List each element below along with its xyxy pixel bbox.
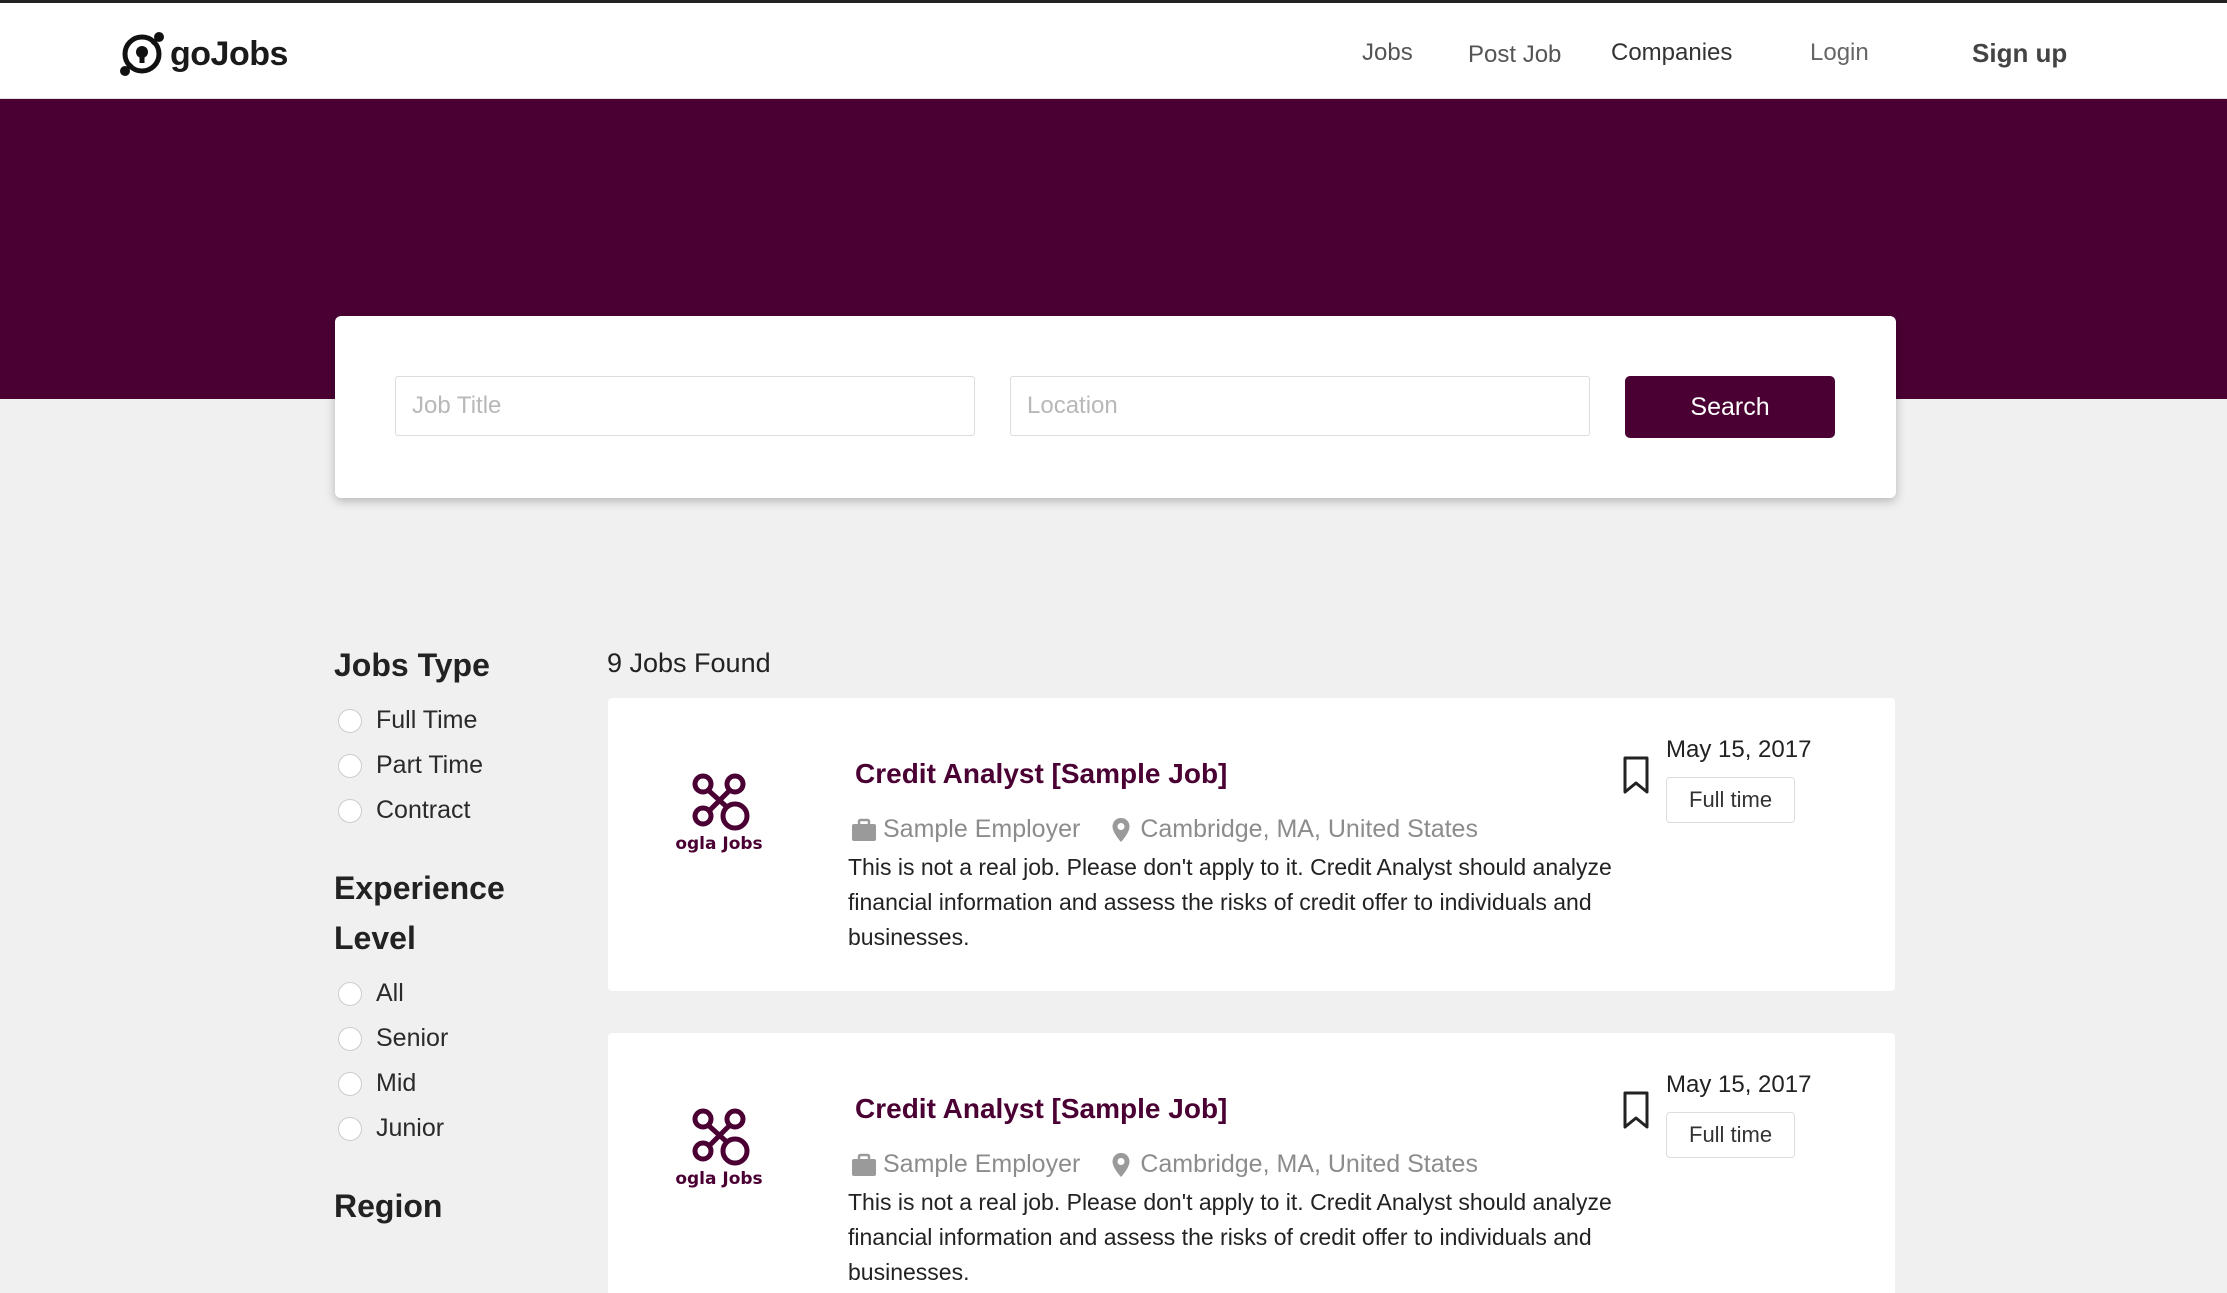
- brand-logo[interactable]: goJobs: [116, 29, 288, 79]
- filter-option-part-time[interactable]: Part Time: [338, 743, 554, 788]
- map-pin-icon: [1112, 817, 1130, 842]
- job-card[interactable]: ogla Jobs Credit Analyst [Sample Job] Sa…: [608, 698, 1895, 991]
- bookmark-icon[interactable]: [1621, 1091, 1651, 1129]
- region-heading: Region: [334, 1188, 443, 1224]
- job-meta: Sample Employer Cambridge, MA, United St…: [851, 1150, 1478, 1179]
- jobs-type-filter-list: Full Time Part Time Contract: [338, 698, 554, 833]
- search-panel: Search: [335, 316, 1896, 498]
- job-title-link[interactable]: Credit Analyst [Sample Job]: [855, 1093, 1227, 1125]
- filter-option-label: Contract: [376, 796, 471, 824]
- jobs-type-heading: Jobs Type: [334, 647, 490, 683]
- filters-sidebar: Jobs Type Full Time Part Time Contract E…: [334, 640, 554, 1231]
- employer-name: Sample Employer: [883, 1150, 1081, 1178]
- filter-option-label: Senior: [376, 1024, 449, 1052]
- job-description: This is not a real job. Please don't app…: [848, 1189, 1612, 1285]
- filter-option-mid[interactable]: Mid: [338, 1061, 554, 1106]
- top-navbar: goJobs Jobs Post Job Companies Login Sig…: [0, 0, 2227, 99]
- filter-option-junior[interactable]: Junior: [338, 1106, 554, 1151]
- search-button[interactable]: Search: [1625, 376, 1835, 438]
- job-type-badge: Full time: [1666, 1112, 1796, 1158]
- experience-filter-list: All Senior Mid Junior: [338, 971, 554, 1151]
- job-description: This is not a real job. Please don't app…: [848, 854, 1612, 950]
- posted-date: May 15, 2017: [1666, 1071, 1812, 1098]
- junior-checkbox[interactable]: [338, 1116, 362, 1141]
- job-location: Cambridge, MA, United States: [1108, 815, 1478, 844]
- nav-jobs-link[interactable]: Jobs: [1362, 35, 1413, 71]
- filter-option-label: All: [376, 979, 404, 1007]
- contract-checkbox[interactable]: [338, 798, 362, 823]
- filter-option-label: Full Time: [376, 706, 478, 734]
- all-checkbox[interactable]: [338, 981, 362, 1006]
- brand-name: goJobs: [170, 34, 288, 73]
- job-location: Cambridge, MA, United States: [1108, 1150, 1478, 1179]
- location-text: Cambridge, MA, United States: [1140, 1150, 1478, 1178]
- location-text: Cambridge, MA, United States: [1140, 815, 1478, 843]
- company-logo-icon: ogla Jobs: [675, 1108, 763, 1189]
- part-time-checkbox[interactable]: [338, 753, 362, 778]
- map-pin-icon: [1112, 1152, 1130, 1177]
- job-title-link[interactable]: Credit Analyst [Sample Job]: [855, 758, 1227, 790]
- company-logo-text: ogla Jobs: [675, 1169, 762, 1189]
- filter-option-all[interactable]: All: [338, 971, 554, 1016]
- filter-option-full-time[interactable]: Full Time: [338, 698, 554, 743]
- filter-option-contract[interactable]: Contract: [338, 788, 554, 833]
- briefcase-icon: [852, 818, 876, 841]
- job-title-input[interactable]: [395, 376, 975, 436]
- bookmark-icon[interactable]: [1621, 756, 1651, 794]
- nav-sign-up-link[interactable]: Sign up: [1972, 35, 2067, 71]
- filter-option-label: Part Time: [376, 751, 483, 779]
- job-meta: Sample Employer Cambridge, MA, United St…: [851, 815, 1478, 844]
- employer-name: Sample Employer: [883, 815, 1081, 843]
- senior-checkbox[interactable]: [338, 1026, 362, 1051]
- company-logo-icon: ogla Jobs: [675, 773, 763, 854]
- company-logo-text: ogla Jobs: [675, 834, 762, 854]
- experience-level-heading: Experience Level: [334, 870, 505, 956]
- full-time-checkbox[interactable]: [338, 708, 362, 733]
- nav-companies-link[interactable]: Companies: [1611, 35, 1732, 71]
- filter-option-senior[interactable]: Senior: [338, 1016, 554, 1061]
- location-input[interactable]: [1010, 376, 1590, 436]
- nav-login-link[interactable]: Login: [1810, 35, 1869, 71]
- briefcase-icon: [852, 1153, 876, 1176]
- filter-option-label: Junior: [376, 1114, 445, 1142]
- results-count: 9 Jobs Found: [607, 648, 771, 678]
- gojobs-logo-icon: [120, 32, 164, 76]
- mid-checkbox[interactable]: [338, 1071, 362, 1096]
- job-card[interactable]: ogla Jobs Credit Analyst [Sample Job] Sa…: [608, 1033, 1895, 1293]
- nav-post-job-link[interactable]: Post Job: [1468, 37, 1561, 73]
- posted-date: May 15, 2017: [1666, 736, 1812, 763]
- filter-option-label: Mid: [376, 1069, 417, 1097]
- job-type-badge: Full time: [1666, 777, 1796, 823]
